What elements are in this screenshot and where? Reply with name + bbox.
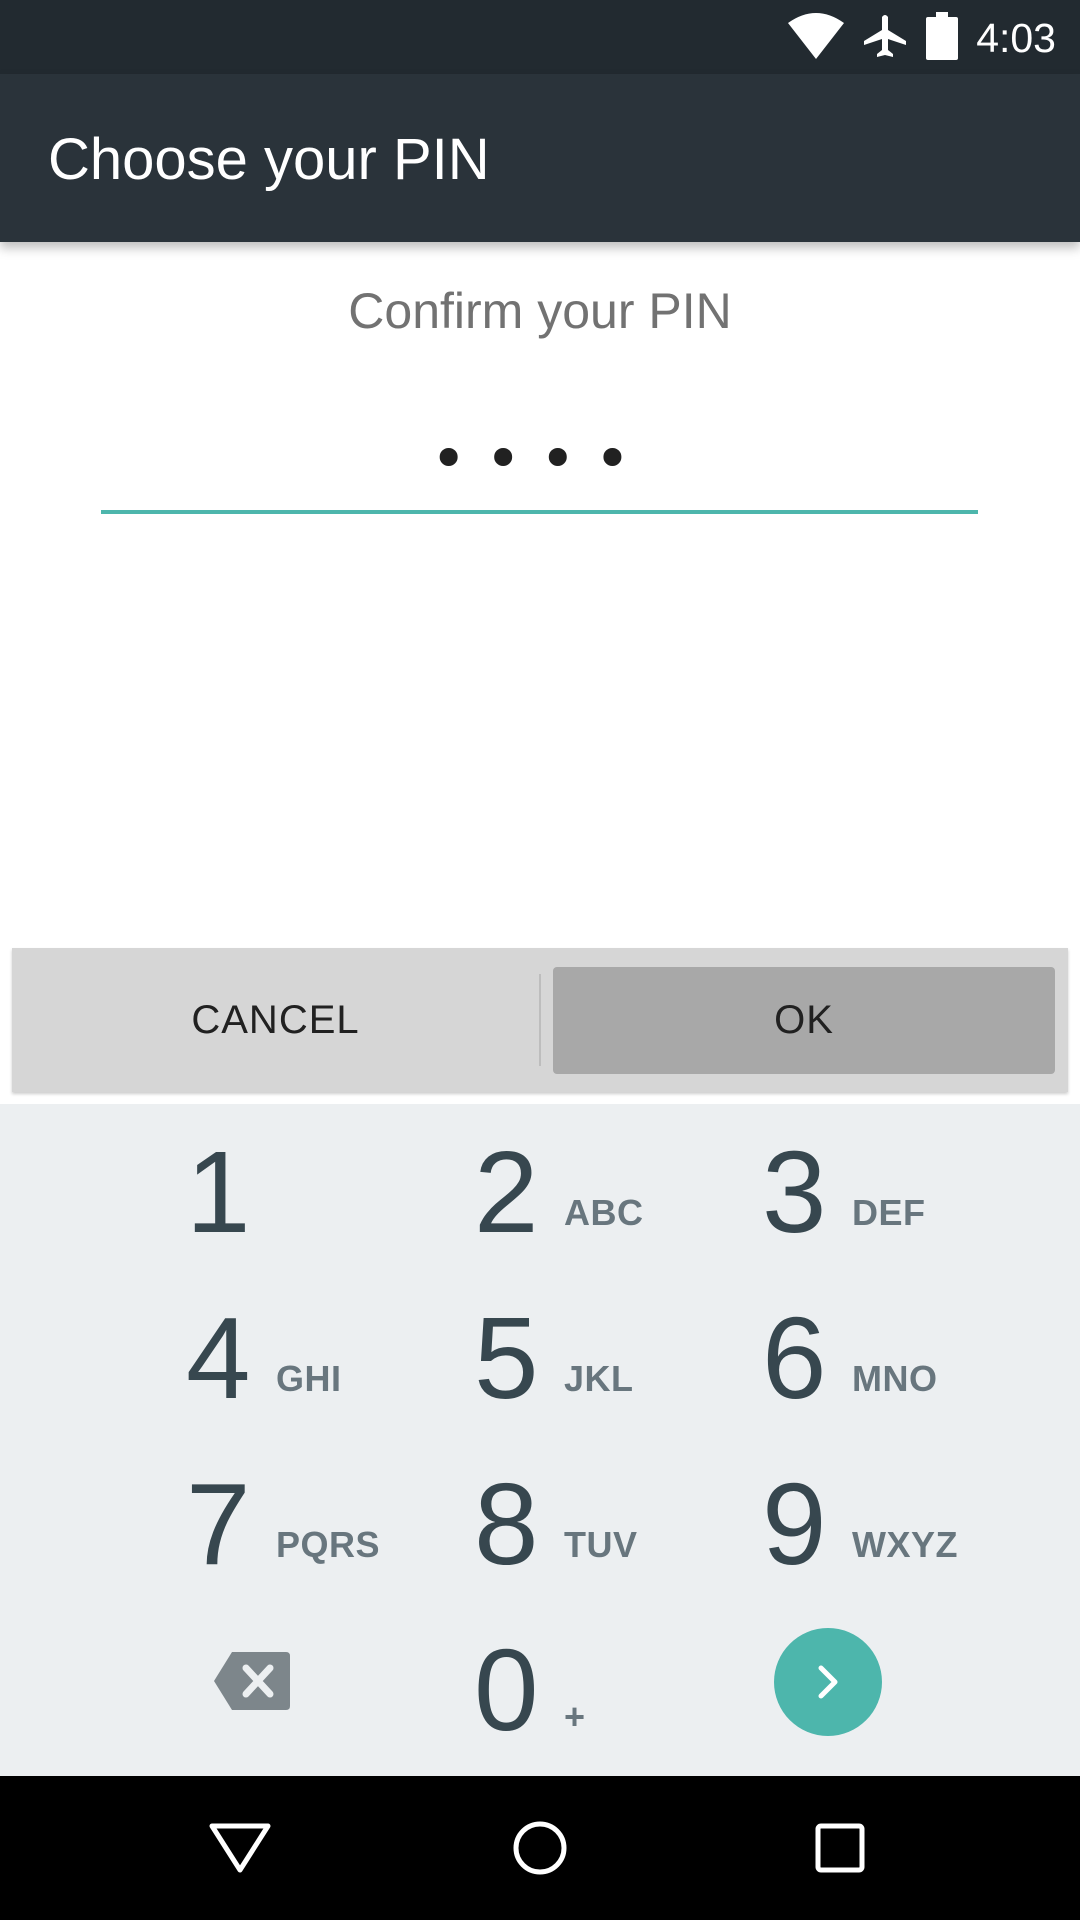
pin-input-underline [101,510,978,514]
key-letters: PQRS [276,1524,381,1565]
app-bar: Choose your PIN [0,74,1080,242]
page-title: Choose your PIN [48,127,490,192]
key-digit: 6 [762,1293,827,1423]
ok-button[interactable]: OK [553,967,1055,1074]
enter-button[interactable] [774,1628,882,1736]
key-3[interactable]: 3 DEF [762,1134,1032,1294]
key-letters: + [564,1696,586,1737]
key-letters: DEF [852,1192,926,1233]
button-divider [539,974,541,1066]
key-7[interactable]: 7 PQRS [186,1466,456,1626]
key-digit: 7 [186,1459,251,1589]
dialog-button-bar: CANCEL OK [12,948,1068,1092]
key-8[interactable]: 8 TUV [474,1466,744,1626]
key-digit: 9 [762,1459,827,1589]
key-letters: JKL [564,1358,634,1399]
key-digit: 2 [474,1127,539,1257]
key-digit: 4 [186,1293,251,1423]
pin-input[interactable]: •••• [101,400,978,514]
key-letters: MNO [852,1358,938,1399]
confirm-pin-label: Confirm your PIN [348,283,732,339]
backspace-icon[interactable] [214,1652,290,1710]
key-2[interactable]: 2 ABC [474,1134,744,1294]
key-digit: 0 [474,1625,539,1755]
key-digit: 8 [474,1459,539,1589]
key-letters: GHI [276,1358,342,1399]
key-1[interactable]: 1 [186,1134,456,1294]
battery-icon [926,11,959,65]
key-letters: ABC [564,1192,644,1233]
navigation-bar [0,1776,1080,1920]
pin-masked-value: •••• [430,422,649,495]
key-9[interactable]: 9 WXYZ [762,1466,1032,1626]
recents-square-icon[interactable] [740,1776,940,1920]
key-letters: WXYZ [852,1524,958,1565]
key-5[interactable]: 5 JKL [474,1300,744,1460]
airplane-mode-icon [862,13,908,64]
status-icons: 4:03 [788,10,1056,66]
key-letters: TUV [564,1524,638,1565]
back-triangle-icon[interactable] [140,1776,340,1920]
numeric-keypad: 1 2 ABC 3 DEF 4 GHI 5 JKL 6 MNO 7 PQRS 8… [0,1104,1080,1776]
home-circle-icon[interactable] [440,1776,640,1920]
key-6[interactable]: 6 MNO [762,1300,1032,1460]
cancel-button[interactable]: CANCEL [12,948,539,1092]
key-4[interactable]: 4 GHI [186,1300,456,1460]
key-digit: 5 [474,1293,539,1423]
wifi-icon [788,12,845,64]
key-digit: 3 [762,1127,827,1257]
key-0[interactable]: 0 + [474,1632,744,1792]
key-digit: 1 [186,1127,251,1257]
chevron-right-icon [818,1665,838,1699]
status-time: 4:03 [976,14,1056,61]
status-bar: 4:03 [0,0,1080,74]
